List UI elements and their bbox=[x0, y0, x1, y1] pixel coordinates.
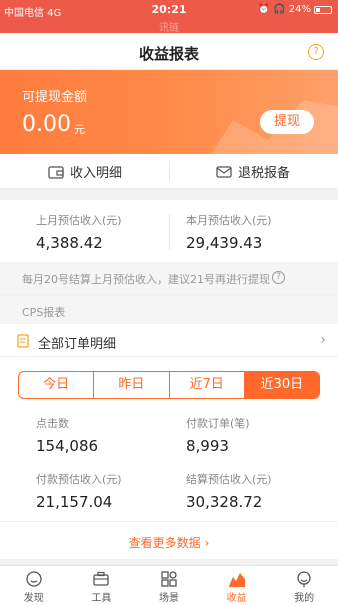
paid-orders-label: 付款订单(笔) bbox=[186, 417, 250, 430]
clicks-value: 154,086 bbox=[36, 437, 99, 455]
envelope-icon bbox=[216, 165, 232, 178]
divider bbox=[169, 162, 170, 181]
tabbar-earnings[interactable]: 收益 bbox=[203, 566, 271, 605]
toolbox-icon bbox=[93, 571, 110, 586]
estimate-card: 上月预估收入(元) 4,388.42 本月预估收入(元) 29,439.43 bbox=[0, 200, 338, 262]
bottom-tab-bar: 发现 工具 场景 收益 我的 bbox=[0, 565, 338, 605]
section-title: CPS报表 bbox=[22, 306, 66, 319]
earnings-icon bbox=[228, 573, 245, 588]
clicks-label: 点击数 bbox=[36, 417, 69, 430]
all-orders-row[interactable]: 全部订单明细 › bbox=[0, 324, 338, 357]
tabbar-discover-label: 发现 bbox=[23, 593, 44, 604]
discover-icon bbox=[26, 571, 42, 587]
alarm-icon: ⏰ bbox=[257, 4, 271, 15]
balance-unit: 元 bbox=[74, 123, 85, 136]
status-bar: 中国电信 4G 20:21 ⏰ 🎧 24% bbox=[0, 0, 338, 20]
divider bbox=[169, 214, 170, 250]
balance-hero: 可提现金额 0.00 元 提现 bbox=[0, 70, 338, 154]
notice-text: 每月20号结算上月预估收入，建议21号再进行提现 bbox=[22, 273, 270, 286]
profile-icon bbox=[297, 571, 311, 587]
paid-estimate-label: 付款预估收入(元) bbox=[36, 473, 122, 486]
settlement-notice: 每月20号结算上月预估收入，建议21号再进行提现 ? bbox=[0, 262, 338, 294]
tabbar-scene-label: 场景 bbox=[158, 593, 179, 604]
this-month-value: 29,439.43 bbox=[186, 234, 263, 252]
scene-icon bbox=[161, 571, 177, 587]
tax-report-label: 退税报备 bbox=[238, 166, 291, 181]
tab-today[interactable]: 今日 bbox=[19, 372, 95, 398]
help-icon[interactable]: ? bbox=[308, 44, 324, 60]
tabbar-profile-label: 我的 bbox=[294, 593, 315, 604]
tabbar-scene[interactable]: 场景 bbox=[135, 566, 203, 605]
withdraw-button[interactable]: 提现 bbox=[260, 110, 314, 134]
paid-estimate-value: 21,157.04 bbox=[36, 493, 113, 511]
period-tabs: 今日 昨日 近7日 近30日 bbox=[18, 371, 320, 399]
last-month-label: 上月预估收入(元) bbox=[36, 214, 122, 227]
page-title: 收益报表 bbox=[138, 45, 199, 63]
more-data-label: 查看更多数据 bbox=[128, 536, 201, 550]
nav-bar: 收益报表 ? bbox=[0, 33, 338, 70]
tabbar-tools-label: 工具 bbox=[91, 593, 112, 604]
clicks-metric: 点击数 154,086 bbox=[36, 415, 98, 455]
tabbar-tools[interactable]: 工具 bbox=[68, 566, 136, 605]
settled-estimate-value: 30,328.72 bbox=[186, 493, 263, 511]
tab-7-days[interactable]: 近7日 bbox=[170, 372, 245, 398]
headphone-icon: 🎧 bbox=[273, 4, 286, 15]
paid-orders-metric: 付款订单(笔) 8,993 bbox=[186, 415, 250, 455]
tab-yesterday[interactable]: 昨日 bbox=[94, 372, 170, 398]
this-month-estimate: 本月预估收入(元) 29,439.43 bbox=[186, 212, 272, 252]
paid-estimate-metric: 付款预估收入(元) 21,157.04 bbox=[36, 471, 122, 511]
tab-30-days[interactable]: 近30日 bbox=[244, 372, 319, 398]
settled-estimate-metric: 结算预估收入(元) 30,328.72 bbox=[186, 471, 272, 511]
more-data-row: 查看更多数据 › bbox=[0, 521, 338, 559]
chevron-right-icon: › bbox=[320, 332, 326, 348]
ghost-app-title: 讯链 bbox=[0, 19, 338, 34]
paid-orders-value: 8,993 bbox=[186, 437, 229, 455]
status-indicators: ⏰ 🎧 24% bbox=[258, 4, 332, 15]
this-month-label: 本月预估收入(元) bbox=[186, 214, 272, 227]
balance-label: 可提现金额 bbox=[22, 90, 88, 105]
tabbar-earnings-label: 收益 bbox=[226, 593, 247, 604]
settled-estimate-label: 结算预估收入(元) bbox=[186, 473, 272, 486]
income-detail-button[interactable]: 收入明细 bbox=[48, 154, 122, 189]
all-orders-label: 全部订单明细 bbox=[38, 337, 117, 352]
quick-actions: 收入明细 退税报备 bbox=[0, 154, 338, 189]
tabbar-discover[interactable]: 发现 bbox=[0, 566, 68, 605]
section-header: CPS报表 bbox=[0, 296, 338, 324]
battery-icon bbox=[314, 5, 332, 14]
income-detail-label: 收入明细 bbox=[70, 166, 123, 181]
battery-percent: 24% bbox=[288, 4, 311, 15]
last-month-estimate: 上月预估收入(元) 4,388.42 bbox=[36, 212, 122, 252]
tax-report-button[interactable]: 退税报备 bbox=[216, 154, 290, 189]
more-data-link[interactable]: 查看更多数据 › bbox=[0, 534, 338, 551]
wallet-icon bbox=[48, 165, 64, 179]
tabbar-profile[interactable]: 我的 bbox=[270, 566, 338, 605]
last-month-value: 4,388.42 bbox=[36, 234, 103, 252]
balance-amount: 0.00 bbox=[22, 112, 71, 137]
stats-card: 今日 昨日 近7日 近30日 点击数 154,086 付款订单(笔) 8,993… bbox=[0, 357, 338, 521]
chevron-right-icon: › bbox=[204, 536, 210, 550]
order-list-icon bbox=[17, 334, 29, 348]
question-icon[interactable]: ? bbox=[272, 271, 285, 284]
